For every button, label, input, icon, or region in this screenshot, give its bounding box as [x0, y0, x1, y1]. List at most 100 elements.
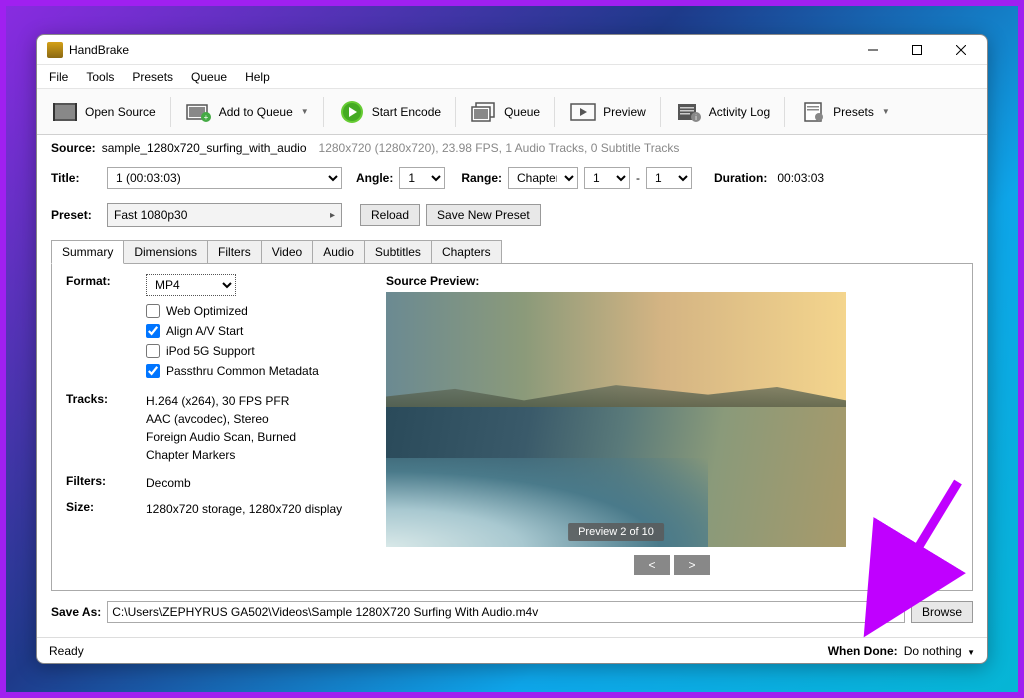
add-queue-label: Add to Queue	[219, 105, 293, 119]
maximize-icon	[912, 45, 922, 55]
save-as-label: Save As:	[51, 605, 101, 619]
queue-icon	[470, 100, 498, 124]
log-icon: i	[675, 100, 703, 124]
close-button[interactable]	[939, 36, 983, 64]
maximize-button[interactable]	[895, 36, 939, 64]
track-line: AAC (avcodec), Stereo	[146, 410, 366, 428]
menu-presets[interactable]: Presets	[124, 67, 181, 87]
summary-left: Format: MP4 Web Optimized Align A/V Star…	[66, 274, 366, 580]
close-icon	[956, 45, 966, 55]
open-source-label: Open Source	[85, 105, 156, 119]
preset-value: Fast 1080p30	[114, 208, 187, 222]
summary-right: Source Preview: Preview 2 of 10 < >	[386, 274, 958, 580]
preset-label: Preset:	[51, 208, 101, 222]
queue-label: Queue	[504, 105, 540, 119]
format-select[interactable]: MP4	[146, 274, 236, 296]
filters-value: Decomb	[146, 474, 366, 492]
preview-next-button[interactable]: >	[674, 555, 710, 575]
browse-button[interactable]: Browse	[911, 601, 973, 623]
film-icon	[51, 100, 79, 124]
tab-chapters[interactable]: Chapters	[431, 240, 502, 264]
when-done-value[interactable]: Do nothing ▼	[904, 644, 975, 658]
preview-icon	[569, 100, 597, 124]
svg-text:+: +	[203, 113, 208, 122]
menu-help[interactable]: Help	[237, 67, 278, 87]
track-line: Foreign Audio Scan, Burned	[146, 428, 366, 446]
menubar: File Tools Presets Queue Help	[37, 65, 987, 89]
titlebar: HandBrake	[37, 35, 987, 65]
add-to-queue-button[interactable]: + Add to Queue ▼	[177, 96, 317, 128]
duration-value: 00:03:03	[777, 171, 824, 185]
source-name: sample_1280x720_surfing_with_audio	[102, 141, 307, 155]
source-details: 1280x720 (1280x720), 23.98 FPS, 1 Audio …	[319, 141, 680, 155]
range-from-select[interactable]: 1	[584, 167, 630, 189]
chevron-down-icon: ▼	[301, 107, 309, 116]
tab-filters[interactable]: Filters	[207, 240, 262, 264]
filters-label: Filters:	[66, 474, 146, 492]
chevron-down-icon: ▼	[882, 107, 890, 116]
when-done-label: When Done:	[828, 644, 898, 658]
tab-panel-summary: Format: MP4 Web Optimized Align A/V Star…	[51, 263, 973, 591]
tab-video[interactable]: Video	[261, 240, 313, 264]
preview-image: Preview 2 of 10	[386, 292, 846, 547]
tab-dimensions[interactable]: Dimensions	[123, 240, 208, 264]
save-new-preset-button[interactable]: Save New Preset	[426, 204, 541, 226]
preview-prev-button[interactable]: <	[634, 555, 670, 575]
start-encode-button[interactable]: Start Encode	[330, 96, 449, 128]
format-label: Format:	[66, 274, 146, 382]
preset-selector[interactable]: Fast 1080p30 ▸	[107, 203, 342, 227]
add-queue-icon: +	[185, 100, 213, 124]
align-av-checkbox[interactable]: Align A/V Start	[146, 322, 366, 340]
menu-file[interactable]: File	[41, 67, 76, 87]
activity-log-label: Activity Log	[709, 105, 770, 119]
statusbar: Ready When Done: Do nothing ▼	[37, 637, 987, 663]
source-row: Source: sample_1280x720_surfing_with_aud…	[51, 141, 973, 155]
tab-audio[interactable]: Audio	[312, 240, 365, 264]
chevron-down-icon: ▼	[967, 648, 975, 657]
play-icon	[338, 100, 366, 124]
tracks-label: Tracks:	[66, 392, 146, 464]
tracks-list: H.264 (x264), 30 FPS PFR AAC (avcodec), …	[146, 392, 366, 464]
status-text: Ready	[49, 644, 84, 658]
save-as-row: Save As: Browse	[51, 601, 973, 623]
preview-label: Preview	[603, 105, 646, 119]
title-row: Title: 1 (00:03:03) Angle: 1 Range: Chap…	[51, 167, 973, 189]
size-value: 1280x720 storage, 1280x720 display	[146, 500, 366, 518]
preview-nav: < >	[386, 555, 958, 575]
preview-button[interactable]: Preview	[561, 96, 654, 128]
track-line: H.264 (x264), 30 FPS PFR	[146, 392, 366, 410]
preview-caption: Preview 2 of 10	[568, 523, 664, 541]
queue-button[interactable]: Queue	[462, 96, 548, 128]
range-label: Range:	[461, 171, 502, 185]
ipod-checkbox[interactable]: iPod 5G Support	[146, 342, 366, 360]
passthru-checkbox[interactable]: Passthru Common Metadata	[146, 362, 366, 380]
presets-button[interactable]: Presets ▼	[791, 96, 898, 128]
menu-tools[interactable]: Tools	[78, 67, 122, 87]
range-to-select[interactable]: 1	[646, 167, 692, 189]
range-type-select[interactable]: Chapters	[508, 167, 578, 189]
reload-button[interactable]: Reload	[360, 204, 420, 226]
save-as-input[interactable]	[107, 601, 905, 623]
duration-label: Duration:	[714, 171, 767, 185]
title-label: Title:	[51, 171, 101, 185]
app-window: HandBrake File Tools Presets Queue Help …	[36, 34, 988, 664]
chevron-right-icon: ▸	[330, 210, 335, 221]
window-title: HandBrake	[69, 43, 851, 57]
minimize-icon	[868, 45, 878, 55]
angle-label: Angle:	[356, 171, 393, 185]
tab-summary[interactable]: Summary	[51, 240, 124, 264]
web-optimized-checkbox[interactable]: Web Optimized	[146, 302, 366, 320]
title-select[interactable]: 1 (00:03:03)	[107, 167, 342, 189]
open-source-button[interactable]: Open Source	[43, 96, 164, 128]
minimize-button[interactable]	[851, 36, 895, 64]
size-label: Size:	[66, 500, 146, 518]
presets-icon	[799, 100, 827, 124]
content: Source: sample_1280x720_surfing_with_aud…	[37, 135, 987, 637]
toolbar: Open Source + Add to Queue ▼ Start Encod…	[37, 89, 987, 135]
activity-log-button[interactable]: i Activity Log	[667, 96, 778, 128]
menu-queue[interactable]: Queue	[183, 67, 235, 87]
track-line: Chapter Markers	[146, 446, 366, 464]
angle-select[interactable]: 1	[399, 167, 445, 189]
tab-strip: Summary Dimensions Filters Video Audio S…	[51, 239, 973, 263]
tab-subtitles[interactable]: Subtitles	[364, 240, 432, 264]
